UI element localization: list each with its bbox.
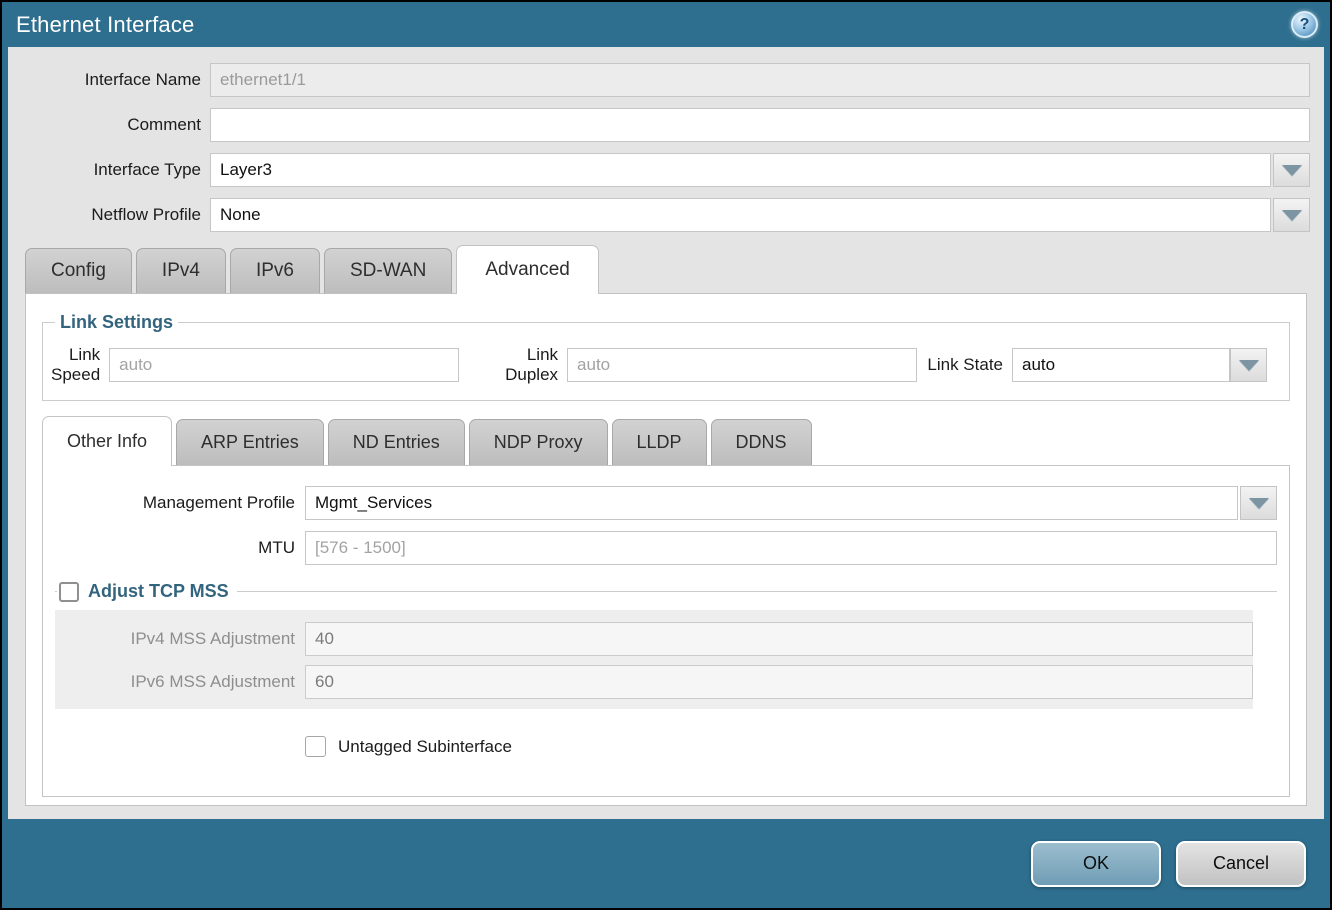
mtu-label: MTU: [55, 538, 305, 558]
tab-ipv4[interactable]: IPv4: [136, 248, 226, 293]
mtu-field[interactable]: [305, 531, 1277, 565]
ipv4-mss-label: IPv4 MSS Adjustment: [55, 629, 305, 649]
chevron-down-icon: [1239, 360, 1259, 371]
untagged-subinterface-checkbox[interactable]: [305, 736, 326, 757]
footer-bar: OK Cancel: [2, 819, 1330, 908]
comment-label: Comment: [8, 115, 210, 135]
screen: Ethernet Interface ? Interface Name Comm…: [0, 0, 1332, 910]
netflow-profile-label: Netflow Profile: [8, 205, 210, 225]
interface-name-label: Interface Name: [8, 70, 210, 90]
advanced-tab-panel: Link Settings Link Speed Link Duplex Lin…: [25, 293, 1307, 806]
untagged-subinterface-row: Untagged Subinterface: [305, 736, 1277, 757]
comment-row: Comment: [8, 108, 1324, 142]
link-speed-field[interactable]: [109, 348, 459, 382]
link-state-label: Link State: [917, 355, 1012, 375]
subtab-nd-entries[interactable]: ND Entries: [328, 419, 465, 465]
tab-sd-wan[interactable]: SD-WAN: [324, 248, 452, 293]
comment-field[interactable]: [210, 108, 1310, 142]
management-profile-label: Management Profile: [55, 493, 305, 513]
ipv4-mss-row: IPv4 MSS Adjustment: [55, 622, 1253, 656]
interface-type-dropdown-button[interactable]: [1273, 153, 1310, 187]
title-bar: Ethernet Interface ?: [2, 2, 1330, 47]
sub-tab-bar: Other Info ARP Entries ND Entries NDP Pr…: [42, 415, 1290, 465]
netflow-profile-dropdown-button[interactable]: [1273, 198, 1310, 232]
ethernet-interface-dialog: Ethernet Interface ? Interface Name Comm…: [0, 0, 1332, 910]
link-speed-label: Link Speed: [51, 345, 109, 385]
interface-type-field[interactable]: [210, 153, 1271, 187]
subtab-other-info[interactable]: Other Info: [42, 416, 172, 466]
link-duplex-label: Link Duplex: [505, 345, 567, 385]
ipv6-mss-row: IPv6 MSS Adjustment: [55, 665, 1253, 699]
link-state-dropdown-button[interactable]: [1230, 348, 1267, 382]
management-profile-field[interactable]: [305, 486, 1238, 520]
interface-name-row: Interface Name: [8, 63, 1324, 97]
untagged-subinterface-label: Untagged Subinterface: [338, 737, 512, 757]
adjust-tcp-mss-label: Adjust TCP MSS: [88, 581, 229, 602]
subtab-lldp[interactable]: LLDP: [612, 419, 707, 465]
cancel-button[interactable]: Cancel: [1176, 841, 1306, 887]
chevron-down-icon: [1282, 210, 1302, 221]
link-settings-legend: Link Settings: [55, 312, 178, 333]
help-icon[interactable]: ?: [1291, 11, 1318, 38]
link-settings-fieldset: Link Settings Link Speed Link Duplex Lin…: [42, 312, 1290, 401]
subtab-ddns[interactable]: DDNS: [711, 419, 812, 465]
ipv6-mss-field: [305, 665, 1253, 699]
management-profile-row: Management Profile: [55, 486, 1277, 520]
chevron-down-icon: [1249, 498, 1269, 509]
main-tab-bar: Config IPv4 IPv6 SD-WAN Advanced: [25, 244, 1324, 293]
subtab-arp-entries[interactable]: ARP Entries: [176, 419, 324, 465]
tab-advanced[interactable]: Advanced: [456, 245, 599, 294]
chevron-down-icon: [1282, 165, 1302, 176]
mtu-row: MTU: [55, 531, 1277, 565]
subtab-ndp-proxy[interactable]: NDP Proxy: [469, 419, 608, 465]
adjust-tcp-mss-checkbox[interactable]: [59, 582, 79, 602]
netflow-profile-row: Netflow Profile: [8, 198, 1324, 232]
interface-type-row: Interface Type: [8, 153, 1324, 187]
tab-config[interactable]: Config: [25, 248, 132, 293]
adjust-tcp-mss-fieldset: Adjust TCP MSS IPv4 MSS Adjustment IPv6 …: [55, 581, 1277, 709]
tab-ipv6[interactable]: IPv6: [230, 248, 320, 293]
netflow-profile-field[interactable]: [210, 198, 1271, 232]
interface-name-field: [210, 63, 1310, 97]
dialog-body: Interface Name Comment Interface Type: [8, 47, 1324, 819]
dialog-title: Ethernet Interface: [16, 12, 194, 38]
ipv4-mss-field: [305, 622, 1253, 656]
other-info-panel: Management Profile MTU: [42, 465, 1290, 797]
link-duplex-field[interactable]: [567, 348, 917, 382]
management-profile-dropdown-button[interactable]: [1240, 486, 1277, 520]
link-state-field[interactable]: [1012, 348, 1230, 382]
interface-type-label: Interface Type: [8, 160, 210, 180]
ipv6-mss-label: IPv6 MSS Adjustment: [55, 672, 305, 692]
mss-disabled-panel: IPv4 MSS Adjustment IPv6 MSS Adjustment: [55, 610, 1253, 709]
ok-button[interactable]: OK: [1031, 841, 1161, 887]
